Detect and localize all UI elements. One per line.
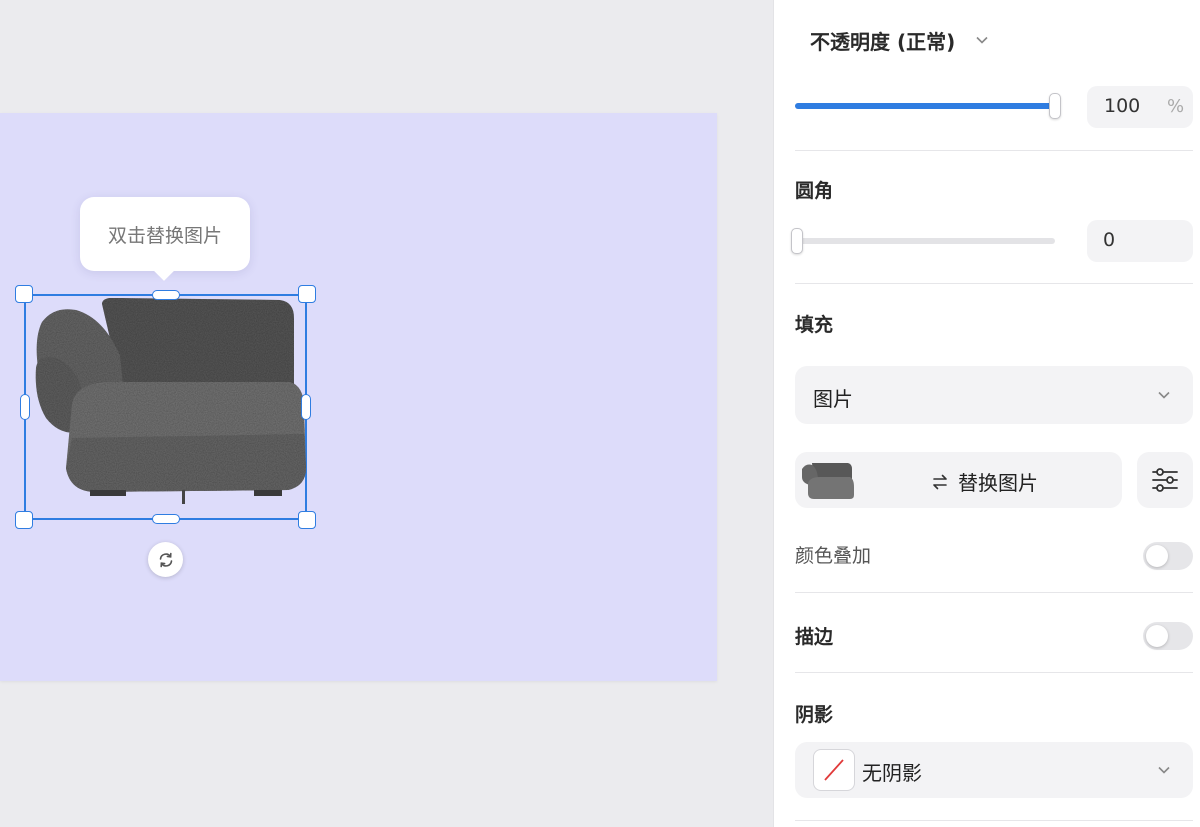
image-thumbnail (800, 459, 854, 501)
shadow-dropdown[interactable]: 无阴影 (795, 742, 1193, 798)
opacity-mode-dropdown[interactable]: 不透明度 (正常) (810, 24, 989, 56)
resize-handle-bottom-right[interactable] (298, 511, 316, 529)
sofa-image[interactable] (32, 298, 308, 506)
divider (795, 820, 1193, 821)
properties-panel: 不透明度 (正常) 100 % 圆角 0 填充 图片 替换图片 颜色叠加 描边 … (773, 0, 1200, 827)
divider (795, 283, 1193, 284)
divider (795, 592, 1193, 593)
resize-handle-bottom[interactable] (152, 514, 180, 524)
opacity-title: 不透明度 (正常) (810, 29, 956, 54)
fill-title: 填充 (795, 314, 834, 336)
corner-radius-value: 0 (1103, 229, 1116, 251)
opacity-slider-thumb[interactable] (1049, 93, 1061, 119)
divider (795, 672, 1193, 673)
no-shadow-swatch-icon (813, 749, 855, 791)
color-overlay-toggle[interactable] (1143, 542, 1193, 570)
resize-handle-bottom-left[interactable] (15, 511, 33, 529)
corner-radius-slider-thumb[interactable] (791, 228, 803, 254)
corner-radius-input[interactable]: 0 (1087, 220, 1193, 262)
resize-handle-right[interactable] (301, 394, 311, 420)
stroke-toggle[interactable] (1143, 622, 1193, 650)
tooltip-text: 双击替换图片 (107, 224, 222, 247)
divider (795, 150, 1193, 151)
opacity-input[interactable]: 100 % (1087, 86, 1193, 128)
canvas-area[interactable]: 双击替换图片 (0, 0, 773, 827)
shadow-value: 无阴影 (862, 761, 922, 785)
resize-handle-top[interactable] (152, 290, 180, 300)
opacity-slider-fill (795, 103, 1057, 109)
shadow-title: 阴影 (795, 704, 834, 726)
sliders-icon (1152, 468, 1178, 492)
opacity-unit: % (1167, 96, 1185, 117)
resize-handle-top-right[interactable] (298, 285, 316, 303)
toggle-knob (1146, 625, 1168, 647)
opacity-slider[interactable] (795, 93, 1061, 119)
rotate-button[interactable] (148, 542, 183, 577)
resize-handle-left[interactable] (20, 394, 30, 420)
replace-image-tooltip: 双击替换图片 (80, 197, 250, 271)
fill-type-value: 图片 (813, 387, 853, 411)
replace-image-button[interactable]: 替换图片 (795, 452, 1122, 508)
replace-image-label: 替换图片 (958, 471, 1038, 495)
toggle-knob (1146, 545, 1168, 567)
chevron-down-icon (976, 36, 988, 44)
opacity-value: 100 (1104, 95, 1141, 117)
rotate-icon (159, 552, 172, 567)
selected-image[interactable] (15, 285, 316, 529)
fill-type-dropdown[interactable]: 图片 (795, 366, 1193, 424)
stroke-title: 描边 (795, 626, 834, 648)
replace-image-label-group: 替换图片 (931, 467, 1038, 496)
corner-radius-title: 圆角 (795, 180, 834, 202)
chevron-down-icon (1158, 766, 1170, 774)
corner-radius-slider[interactable] (791, 228, 1055, 254)
resize-handle-top-left[interactable] (15, 285, 33, 303)
color-overlay-label: 颜色叠加 (795, 545, 872, 567)
swap-arrows-icon (933, 474, 947, 489)
image-adjust-button[interactable] (1137, 452, 1193, 508)
chevron-down-icon (1158, 391, 1170, 399)
